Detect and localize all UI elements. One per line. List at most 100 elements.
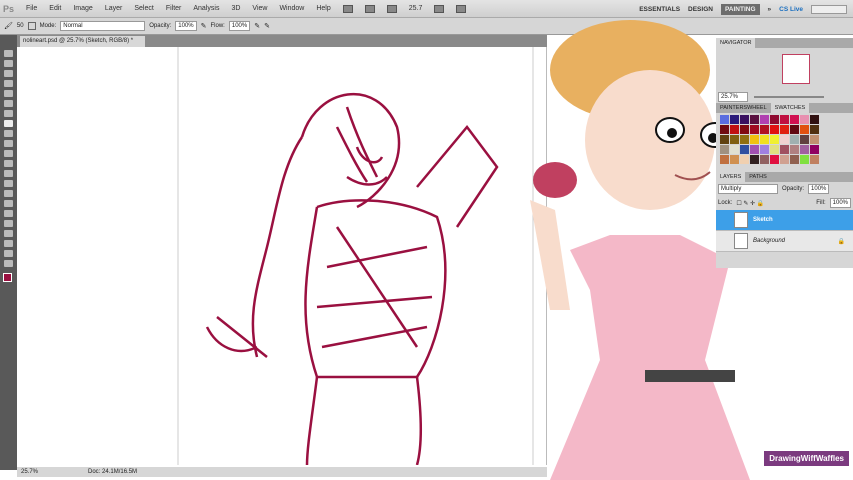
clone-stamp-tool-icon[interactable]	[4, 130, 13, 137]
tab-paths[interactable]: PATHS	[745, 172, 771, 182]
swatch[interactable]	[730, 125, 739, 134]
swatch[interactable]	[810, 145, 819, 154]
pen-tool-icon[interactable]	[4, 190, 13, 197]
swatch[interactable]	[720, 145, 729, 154]
navigator-zoom-input[interactable]: 25.7%	[718, 91, 748, 102]
foreground-color-swatch[interactable]	[3, 273, 12, 282]
swatch[interactable]	[810, 155, 819, 164]
swatch[interactable]	[790, 155, 799, 164]
swatch[interactable]	[800, 145, 809, 154]
swatch[interactable]	[730, 115, 739, 124]
menu-window[interactable]: Window	[279, 5, 304, 12]
swatch[interactable]	[730, 145, 739, 154]
layer-row-background[interactable]: Background 🔒	[716, 231, 853, 252]
swatch[interactable]	[720, 155, 729, 164]
healing-tool-icon[interactable]	[4, 110, 13, 117]
swatch[interactable]	[770, 135, 779, 144]
canvas[interactable]	[17, 47, 547, 466]
swatch[interactable]	[750, 135, 759, 144]
zoom-level-dropdown[interactable]: 25.7	[409, 5, 423, 12]
menu-analysis[interactable]: Analysis	[193, 5, 219, 12]
swatch[interactable]	[740, 125, 749, 134]
marquee-tool-icon[interactable]	[4, 60, 13, 67]
swatch[interactable]	[730, 155, 739, 164]
menu-edit[interactable]: Edit	[49, 5, 61, 12]
swatch[interactable]	[770, 125, 779, 134]
more-workspaces-button[interactable]: »	[768, 6, 772, 13]
tab-navigator[interactable]: NAVIGATOR	[716, 38, 756, 48]
move-tool-icon[interactable]	[4, 50, 13, 57]
swatch[interactable]	[800, 125, 809, 134]
swatch[interactable]	[740, 155, 749, 164]
brush-panel-icon[interactable]	[27, 22, 36, 30]
menu-help[interactable]: Help	[316, 5, 330, 12]
mini-bridge-icon[interactable]	[364, 4, 375, 13]
fill-input[interactable]: 100%	[829, 198, 851, 208]
menu-image[interactable]: Image	[73, 5, 92, 12]
zoom-tool-icon[interactable]	[4, 260, 13, 267]
swatch[interactable]	[790, 115, 799, 124]
navigator-zoom-slider[interactable]	[754, 95, 824, 98]
opacity-input[interactable]: 100%	[175, 21, 197, 31]
swatch[interactable]	[760, 135, 769, 144]
swatch[interactable]	[770, 115, 779, 124]
brush-tool-icon[interactable]: 🖌	[4, 22, 13, 30]
swatch[interactable]	[720, 125, 729, 134]
hand-tool-icon[interactable]	[4, 250, 13, 257]
tab-painterswheel[interactable]: PAINTERSWHEEL	[716, 103, 771, 113]
menu-file[interactable]: File	[26, 5, 37, 12]
screen-mode-icon[interactable]	[456, 4, 467, 13]
eraser-tool-icon[interactable]	[4, 150, 13, 157]
swatch[interactable]	[750, 115, 759, 124]
swatch[interactable]	[790, 135, 799, 144]
window-controls[interactable]	[811, 4, 847, 14]
document-tab[interactable]: nolineart.psd @ 25.7% (Sketch, RGB/8) *	[20, 36, 145, 47]
menu-select[interactable]: Select	[134, 5, 153, 12]
menu-layer[interactable]: Layer	[105, 5, 123, 12]
swatch[interactable]	[760, 115, 769, 124]
swatch[interactable]	[780, 155, 789, 164]
swatch[interactable]	[730, 135, 739, 144]
brush-size-picker[interactable]: 50	[17, 23, 24, 29]
lock-icons[interactable]: ☐ ✎ ✛ 🔒	[736, 200, 764, 207]
swatch[interactable]	[760, 125, 769, 134]
history-brush-tool-icon[interactable]	[4, 140, 13, 147]
path-select-tool-icon[interactable]	[4, 210, 13, 217]
pressure-opacity-icon[interactable]: ✎	[201, 22, 207, 30]
doc-info[interactable]: Doc: 24.1M/16.5M	[88, 469, 137, 475]
swatch[interactable]	[800, 155, 809, 164]
arrange-documents-icon[interactable]	[434, 4, 445, 13]
pressure-size-icon[interactable]: ✎	[264, 22, 270, 30]
swatch[interactable]	[800, 115, 809, 124]
swatch[interactable]	[800, 135, 809, 144]
navigator-preview[interactable]	[782, 54, 810, 84]
view-extras-icon[interactable]	[386, 4, 397, 13]
3d-orbit-tool-icon[interactable]	[4, 240, 13, 247]
tab-layers[interactable]: LAYERS	[716, 172, 746, 182]
gradient-tool-icon[interactable]	[4, 160, 13, 167]
swatch[interactable]	[810, 115, 819, 124]
blend-mode-select[interactable]: Multiply	[718, 184, 778, 194]
swatch[interactable]	[720, 115, 729, 124]
swatch[interactable]	[720, 135, 729, 144]
swatch[interactable]	[780, 135, 789, 144]
swatch[interactable]	[740, 115, 749, 124]
layer-opacity-input[interactable]: 100%	[808, 184, 830, 194]
swatch[interactable]	[790, 125, 799, 134]
swatch[interactable]	[760, 155, 769, 164]
zoom-field[interactable]: 25.7%	[21, 469, 38, 475]
mode-select[interactable]: Normal	[60, 21, 146, 31]
flow-input[interactable]: 100%	[228, 21, 251, 31]
dodge-tool-icon[interactable]	[4, 180, 13, 187]
swatch[interactable]	[750, 125, 759, 134]
swatch[interactable]	[780, 115, 789, 124]
quick-select-tool-icon[interactable]	[4, 80, 13, 87]
swatch[interactable]	[770, 145, 779, 154]
swatch[interactable]	[770, 155, 779, 164]
airbrush-icon[interactable]: ✎	[254, 22, 260, 30]
blur-tool-icon[interactable]	[4, 170, 13, 177]
eyedropper-tool-icon[interactable]	[4, 100, 13, 107]
swatch[interactable]	[750, 155, 759, 164]
tab-swatches[interactable]: SWATCHES	[770, 103, 810, 113]
swatch[interactable]	[740, 145, 749, 154]
